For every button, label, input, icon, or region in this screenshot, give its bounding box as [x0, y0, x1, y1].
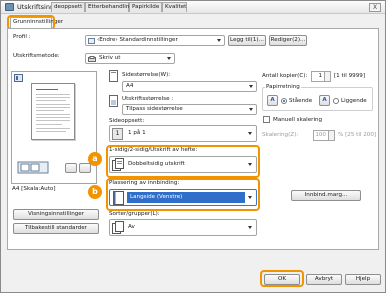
scaling-label: Skalering(Z):	[262, 132, 299, 138]
tab-quality[interactable]: Kvalitet	[162, 2, 187, 12]
cancel-button[interactable]: Avbryt	[306, 274, 342, 285]
printer-icon	[88, 56, 96, 63]
page-layout-label: Sideoppsett:	[109, 118, 145, 124]
manual-scaling-label: Manuell skalering	[273, 117, 323, 123]
sorting-value: Av	[128, 224, 135, 230]
preview-detail-button[interactable]	[79, 163, 91, 173]
help-button[interactable]: Hjelp	[345, 274, 381, 285]
profile-label: Profil :	[13, 34, 31, 40]
page-size-select[interactable]: A4	[122, 81, 257, 92]
orientation-label: Papirretning	[265, 84, 301, 90]
profile-icon	[88, 38, 95, 45]
duplex-badge: a	[88, 152, 102, 166]
binding-badge: b	[88, 185, 102, 199]
tab-paper-source[interactable]: Papirkilde	[129, 2, 162, 12]
chevron-down-icon	[167, 57, 171, 60]
paper-stack-icon	[17, 161, 49, 177]
scaling-input[interactable]: 100	[313, 130, 329, 141]
portrait-label: Stående	[289, 98, 313, 104]
portrait-radio[interactable]	[281, 98, 287, 104]
page-size-label: Sidestørrelse(W):	[122, 72, 171, 78]
binding-value: Langside (Venstre)	[130, 194, 183, 200]
chevron-down-icon	[249, 108, 253, 111]
restore-defaults-button[interactable]: Tilbakestill standarder	[13, 223, 99, 234]
edit-profile-button[interactable]: Rediger(2)...	[269, 35, 307, 46]
landscape-label: Liggende	[341, 98, 367, 104]
preview-mode-button[interactable]	[65, 163, 77, 173]
landscape-icon: A	[319, 95, 330, 106]
duplex-value: Dobbeltsidig utskrift	[128, 161, 185, 167]
binding-margin-button[interactable]: Innbind.marg...	[291, 190, 361, 201]
sorting-icon	[112, 221, 125, 237]
copies-range: [1 til 9999]	[334, 73, 366, 79]
chevron-down-icon	[248, 226, 252, 229]
profile-select[interactable]: ‹Endre› Standardinnstillinger	[85, 35, 225, 46]
preview-caption: A4 [Skala:Auto]	[12, 186, 56, 192]
scaling-range: % [25 til 200]	[338, 132, 377, 138]
ok-button[interactable]: OK	[264, 274, 300, 285]
copies-input[interactable]: 1	[311, 71, 325, 82]
binding-icon	[112, 191, 125, 207]
binding-select[interactable]: Langside (Venstre)	[109, 189, 257, 206]
page-size-icon	[109, 70, 119, 84]
output-size-icon	[109, 95, 119, 109]
view-settings-button[interactable]: Visningsinnstillinger	[13, 209, 99, 220]
scaling-stepper[interactable]	[329, 130, 335, 141]
tab-page-setup[interactable]: deoppsett	[51, 2, 85, 12]
tab-finishing[interactable]: Etterbehandling	[85, 2, 133, 12]
add-profile-button[interactable]: Legg til(1)...	[228, 35, 266, 46]
landscape-radio[interactable]	[333, 98, 339, 104]
page-layout-value: 1 på 1	[128, 130, 146, 136]
chevron-down-icon	[248, 196, 252, 199]
output-size-select[interactable]: Tilpass sidestørrelse	[122, 104, 257, 115]
chevron-down-icon	[217, 39, 221, 42]
binding-label: Plassering av innbinding:	[109, 180, 180, 186]
preview-page	[31, 83, 75, 140]
manual-scaling-checkbox[interactable]	[263, 116, 270, 123]
copies-label: Antall kopier(C):	[262, 73, 308, 79]
duplex-label: 1-sidig/2-sidig/Utskrift av hefte:	[109, 147, 198, 153]
output-size-value: Tilpass sidestørrelse	[126, 106, 183, 112]
close-button[interactable]: X	[369, 3, 381, 12]
page-layout-select[interactable]: 1 1 på 1	[109, 125, 257, 142]
print-settings-window: Utskriftsinnstillinger X deoppsett Etter…	[0, 0, 386, 293]
duplex-select[interactable]: Dobbeltsidig utskrift	[109, 156, 257, 173]
copies-stepper[interactable]	[325, 71, 331, 82]
page-size-value: A4	[126, 83, 134, 89]
output-method-value: Skriv ut	[99, 55, 121, 61]
sorting-label: Sorter/grupper(L):	[109, 211, 160, 217]
sorting-select[interactable]: Av	[109, 219, 257, 236]
output-size-label: Utskriftsstørrelse :	[122, 96, 174, 102]
profile-value: ‹Endre› Standardinnstillinger	[97, 37, 178, 43]
output-method-select[interactable]: Skriv ut	[85, 53, 175, 64]
duplex-icon	[112, 158, 125, 174]
printer-app-icon	[5, 3, 14, 11]
page-layout-number-icon: 1	[112, 128, 123, 140]
portrait-icon: A	[267, 95, 278, 106]
chevron-down-icon	[248, 163, 252, 166]
chevron-down-icon	[249, 85, 253, 88]
chevron-down-icon	[248, 132, 252, 135]
preview-toggle-icon[interactable]	[14, 74, 23, 84]
output-method-label: Utskriftsmetode:	[13, 53, 60, 59]
